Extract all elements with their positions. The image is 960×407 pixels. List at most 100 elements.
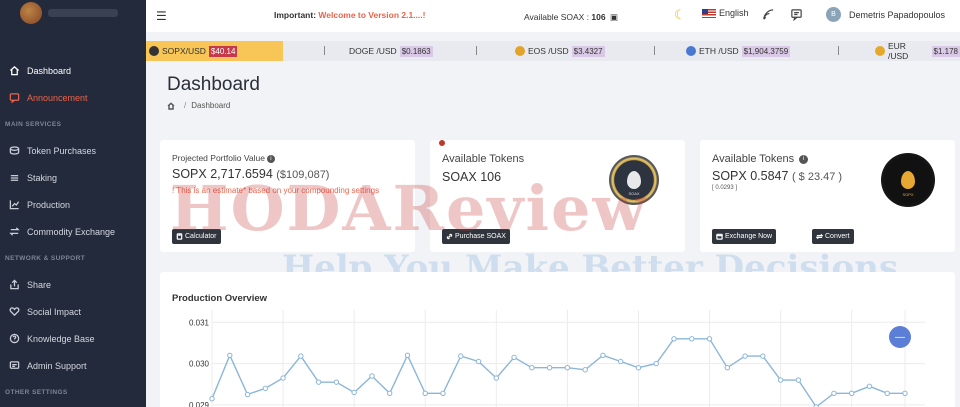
broadcast-icon[interactable] xyxy=(762,8,776,22)
breadcrumb: / Dashboard xyxy=(167,101,230,110)
data-point xyxy=(795,377,802,383)
available-soax-label: Available SOAX : xyxy=(524,12,592,22)
sidebar-item-staking[interactable]: Staking xyxy=(0,164,146,191)
language-selector[interactable]: English xyxy=(702,8,749,18)
data-point xyxy=(244,391,251,398)
info-icon[interactable]: i xyxy=(266,154,275,163)
info-icon[interactable]: i xyxy=(799,154,809,164)
data-point xyxy=(848,390,855,397)
data-point xyxy=(351,389,357,396)
data-point xyxy=(333,379,340,385)
sidebar-item-dashboard[interactable]: Dashboard xyxy=(0,57,146,84)
y-tick-label: 0.031 xyxy=(189,318,210,327)
ticker-separator xyxy=(838,46,839,55)
sidebar-item-admin-support[interactable]: Admin Support xyxy=(0,352,146,379)
sidebar-item-announcement[interactable]: Announcement xyxy=(0,84,146,111)
ticker-separator xyxy=(654,46,655,55)
production-overview-card: Production Overview 0.031 0.030 0.029 xyxy=(160,272,955,407)
sidebar-item-label: Admin Support xyxy=(27,360,87,371)
ticker-separator xyxy=(324,46,325,55)
eur-coin-icon xyxy=(875,46,885,56)
data-point xyxy=(760,353,766,359)
sidebar-item-commodity-exchange[interactable]: Commodity Exchange xyxy=(0,218,146,245)
data-point xyxy=(866,383,873,389)
logo[interactable] xyxy=(0,0,146,26)
help-circle-icon xyxy=(8,333,20,345)
ticker-item-doge[interactable]: DOGE /USD $0.1863 xyxy=(349,41,433,61)
ticker-item-eth[interactable]: ETH /USD $1,904.3759 xyxy=(686,41,791,61)
wallet-icon[interactable]: ▣ xyxy=(610,12,618,22)
home-icon[interactable] xyxy=(167,101,175,110)
data-point xyxy=(440,390,446,397)
important-prefix: Important: xyxy=(274,10,319,20)
data-point xyxy=(493,375,500,381)
sopx-value: SOPX 0.5847 ( $ 23.47 ) xyxy=(712,169,842,183)
calendar-icon xyxy=(716,233,723,240)
eos-coin-icon xyxy=(515,46,525,56)
data-point xyxy=(671,336,677,342)
coins-icon xyxy=(8,145,20,157)
message-icon[interactable] xyxy=(790,8,804,22)
heart-icon xyxy=(8,306,20,318)
logo-mark xyxy=(20,2,42,24)
avatar: B xyxy=(826,7,841,22)
convert-label: Convert xyxy=(825,233,850,240)
data-point xyxy=(458,353,464,359)
data-point xyxy=(529,364,535,371)
data-point xyxy=(884,390,890,397)
price-ticker: SOPX/USD $40.14 DOGE /USD $0.1863 EOS /U… xyxy=(146,41,960,61)
data-point xyxy=(724,364,731,371)
data-point xyxy=(742,353,748,359)
menu-toggle-icon[interactable]: ☰ xyxy=(156,9,167,23)
data-point xyxy=(315,379,322,385)
ticker-price: $3.4327 xyxy=(571,45,605,57)
important-notice: Important: Welcome to Version 2.1....! xyxy=(274,10,425,20)
home-icon xyxy=(8,65,20,77)
sidebar-item-share[interactable]: Share xyxy=(0,271,146,298)
data-point xyxy=(689,336,695,342)
data-point xyxy=(369,373,375,379)
portfolio-label-text: Projected Portfolio Value xyxy=(172,153,265,163)
ticker-pair: SOPX/USD xyxy=(162,46,206,56)
data-point xyxy=(546,364,553,371)
user-name: Demetris Papadopoulos xyxy=(849,9,946,20)
ticker-price: $1.178 xyxy=(931,45,960,57)
ticker-item-eos[interactable]: EOS /USD $3.4327 xyxy=(515,41,605,61)
announcement-icon xyxy=(8,92,20,104)
data-point xyxy=(280,375,286,381)
exchange-icon xyxy=(8,226,20,238)
sidebar-item-label: Token Purchases xyxy=(27,145,97,156)
ticker-item-eur[interactable]: EUR /USD $1.178 xyxy=(875,41,960,61)
eth-coin-icon xyxy=(686,46,696,56)
chart-icon xyxy=(8,199,20,211)
data-point xyxy=(902,390,908,397)
data-point xyxy=(227,352,233,359)
sidebar-nav: Dashboard Announcement MAIN SERVICES Tok… xyxy=(0,57,146,405)
moon-icon[interactable]: ☾ xyxy=(674,7,686,23)
minus-icon[interactable]: — xyxy=(889,326,911,348)
data-point xyxy=(511,354,517,361)
sidebar-item-label: Social Impact xyxy=(27,306,82,317)
convert-button[interactable]: Convert xyxy=(812,229,854,244)
ticker-item-sopx[interactable]: SOPX/USD $40.14 xyxy=(146,41,283,61)
sidebar-item-label: Knowledge Base xyxy=(27,333,95,344)
user-menu[interactable]: B Demetris Papadopoulos xyxy=(826,7,945,22)
sopx-coin-icon xyxy=(149,46,159,56)
ticker-pair: DOGE /USD xyxy=(349,46,397,56)
sopx-token-logo: SOPX xyxy=(881,153,935,207)
exchange-now-button[interactable]: Exchange Now xyxy=(712,229,777,244)
breadcrumb-current: Dashboard xyxy=(191,101,231,110)
sidebar-item-token-purchases[interactable]: Token Purchases xyxy=(0,137,146,164)
ticker-pair: ETH /USD xyxy=(699,46,739,56)
available-soax-value: 106 xyxy=(591,12,606,22)
sidebar-item-social-impact[interactable]: Social Impact xyxy=(0,298,146,325)
sidebar-item-knowledge-base[interactable]: Knowledge Base xyxy=(0,325,146,352)
sidebar-item-production[interactable]: Production xyxy=(0,191,146,218)
data-point xyxy=(653,360,659,367)
sidebar-item-label: Dashboard xyxy=(27,65,72,76)
support-icon xyxy=(8,360,20,372)
nav-section-other-settings: OTHER SETTINGS xyxy=(5,388,68,396)
page-title: Dashboard xyxy=(167,74,260,95)
sidebar-item-label: Staking xyxy=(27,172,58,183)
sopx-token-value: SOPX 0.5847 xyxy=(712,169,789,183)
